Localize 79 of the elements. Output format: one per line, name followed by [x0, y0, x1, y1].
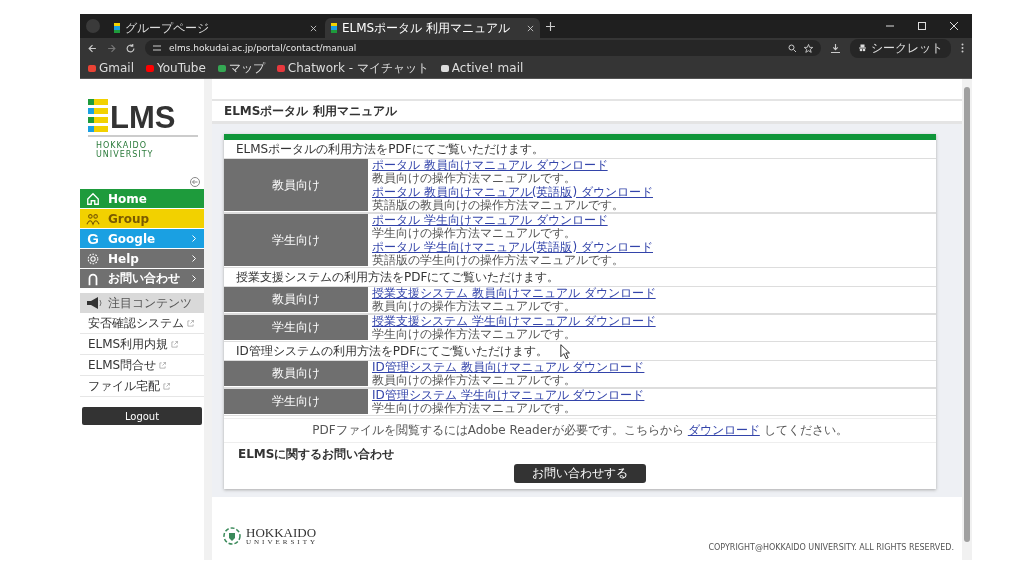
audience-label: 学生向け	[224, 315, 368, 341]
download-link[interactable]: ポータル 学生向けマニュアル(英語版) ダウンロード	[372, 241, 653, 254]
download-link[interactable]: 授業支援システム 教員向けマニュアル ダウンロード	[372, 287, 656, 300]
manual-description: 学生向けの操作方法マニュアルです。	[372, 328, 576, 341]
nav-item[interactable]: Home	[80, 189, 204, 209]
close-icon[interactable]	[527, 24, 534, 32]
manual-description: 学生向けの操作方法マニュアルです。	[372, 402, 576, 415]
download-link[interactable]: ポータル 教員向けマニュアル(英語版) ダウンロード	[372, 186, 653, 199]
logout-button[interactable]: Logout	[82, 407, 202, 425]
logo-text: HOKKAIDO	[246, 526, 318, 539]
bookmark[interactable]: マップ	[217, 59, 265, 77]
external-link-icon	[163, 382, 170, 390]
manual-description: 教員向けの操作方法マニュアルです。	[372, 300, 576, 313]
section-intro: 授業支援システムの利用方法をPDFにてご覧いただけます。	[236, 270, 560, 284]
zoom-icon[interactable]	[788, 44, 796, 52]
browser-tab[interactable]: ELMSポータル 利用マニュアル	[325, 18, 540, 38]
maximize-icon[interactable]	[918, 22, 926, 30]
minimize-icon[interactable]	[886, 22, 894, 30]
incognito-icon	[858, 44, 867, 52]
back-icon[interactable]	[88, 43, 97, 53]
manual-description: 教員向けの操作方法マニュアルです。	[372, 172, 576, 185]
manual-description: 英語版の学生向けの操作方法マニュアルです。	[372, 254, 624, 267]
external-link-icon	[159, 361, 167, 369]
section-intro: ID管理システムの利用方法をPDFにてご覧いただけます。	[236, 344, 549, 358]
nav-item[interactable]: Group	[80, 209, 204, 229]
download-link[interactable]: ポータル 教員向けマニュアル ダウンロード	[372, 159, 608, 172]
nav-item[interactable]: Help	[80, 249, 204, 269]
nav-item[interactable]: お問い合わせ	[80, 269, 204, 289]
incognito-button[interactable]: シークレット	[850, 38, 951, 58]
logo-stripes-icon	[88, 99, 108, 132]
scrollbar-track[interactable]	[204, 79, 212, 560]
bookmark[interactable]: Chatwork - マイチャット	[276, 59, 429, 77]
home-icon	[86, 191, 100, 206]
new-tab-icon[interactable]	[546, 21, 555, 31]
audience-label: 学生向け	[224, 389, 368, 415]
browser-tab[interactable]: グループページ	[108, 18, 323, 38]
download-link[interactable]: 授業支援システム 学生向けマニュアル ダウンロード	[372, 315, 656, 328]
download-link[interactable]: ポータル 学生向けマニュアル ダウンロード	[372, 214, 608, 227]
download-link[interactable]: ID管理システム 学生向けマニュアル ダウンロード	[372, 389, 645, 402]
address-bar[interactable]: elms.hokudai.ac.jp/portal/contact/manual	[145, 40, 821, 56]
logo-text: LMS	[110, 104, 176, 132]
manual-description: 英語版の教員向けの操作方法マニュアルです。	[372, 199, 624, 212]
download-link[interactable]: ダウンロード	[687, 423, 760, 437]
scrollbar-thumb[interactable]	[964, 87, 970, 542]
section-title: 注目コンテンツ	[108, 294, 192, 312]
g-icon: G	[86, 231, 100, 246]
university-emblem-icon	[222, 526, 242, 546]
download-link[interactable]: ID管理システム 教員向けマニュアル ダウンロード	[372, 361, 645, 374]
forward-icon[interactable]	[107, 43, 116, 53]
audience-label: 学生向け	[224, 214, 368, 267]
bookmark[interactable]: Active! mail	[440, 61, 524, 75]
contact-button[interactable]: お問い合わせする	[514, 464, 646, 483]
star-icon[interactable]	[804, 43, 813, 53]
audience-label: 教員向け	[224, 287, 368, 313]
menu-icon[interactable]	[961, 43, 964, 53]
manual-description: 学生向けの操作方法マニュアルです。	[372, 227, 576, 240]
manual-description: 教員向けの操作方法マニュアルです。	[372, 374, 576, 387]
back-arrow-icon[interactable]	[190, 177, 200, 187]
copyright-text: COPYRIGHT@HOKKAIDO UNIVERSITY. ALL RIGHTS RESERVED.	[708, 543, 954, 552]
site-settings-icon	[153, 44, 161, 52]
external-link-icon	[187, 319, 194, 327]
bookmark[interactable]: Gmail	[88, 61, 134, 75]
close-icon[interactable]	[950, 22, 958, 30]
megaphone-icon	[86, 296, 102, 310]
gear-icon	[86, 251, 100, 266]
audience-label: 教員向け	[224, 159, 368, 212]
people-icon	[86, 211, 100, 226]
section-intro: ELMSポータルの利用方法をPDFにてご覧いただけます。	[236, 142, 544, 156]
close-icon[interactable]	[310, 24, 317, 32]
bookmark[interactable]: YouTube	[146, 61, 206, 75]
download-icon[interactable]	[831, 43, 840, 53]
elms-favicon-icon	[331, 23, 337, 33]
adobe-note: PDFファイルを閲覧するにはAdobe Readerが必要です。こちらから ダウンロード してください。	[224, 418, 936, 442]
mouse-cursor-icon	[560, 344, 571, 360]
external-link-icon	[171, 340, 179, 348]
elms-favicon-icon	[114, 23, 120, 33]
audience-label: 教員向け	[224, 361, 368, 387]
reload-icon[interactable]	[126, 43, 135, 53]
logo-subtitle: HOKKAIDO UNIVERSITY	[88, 135, 198, 159]
